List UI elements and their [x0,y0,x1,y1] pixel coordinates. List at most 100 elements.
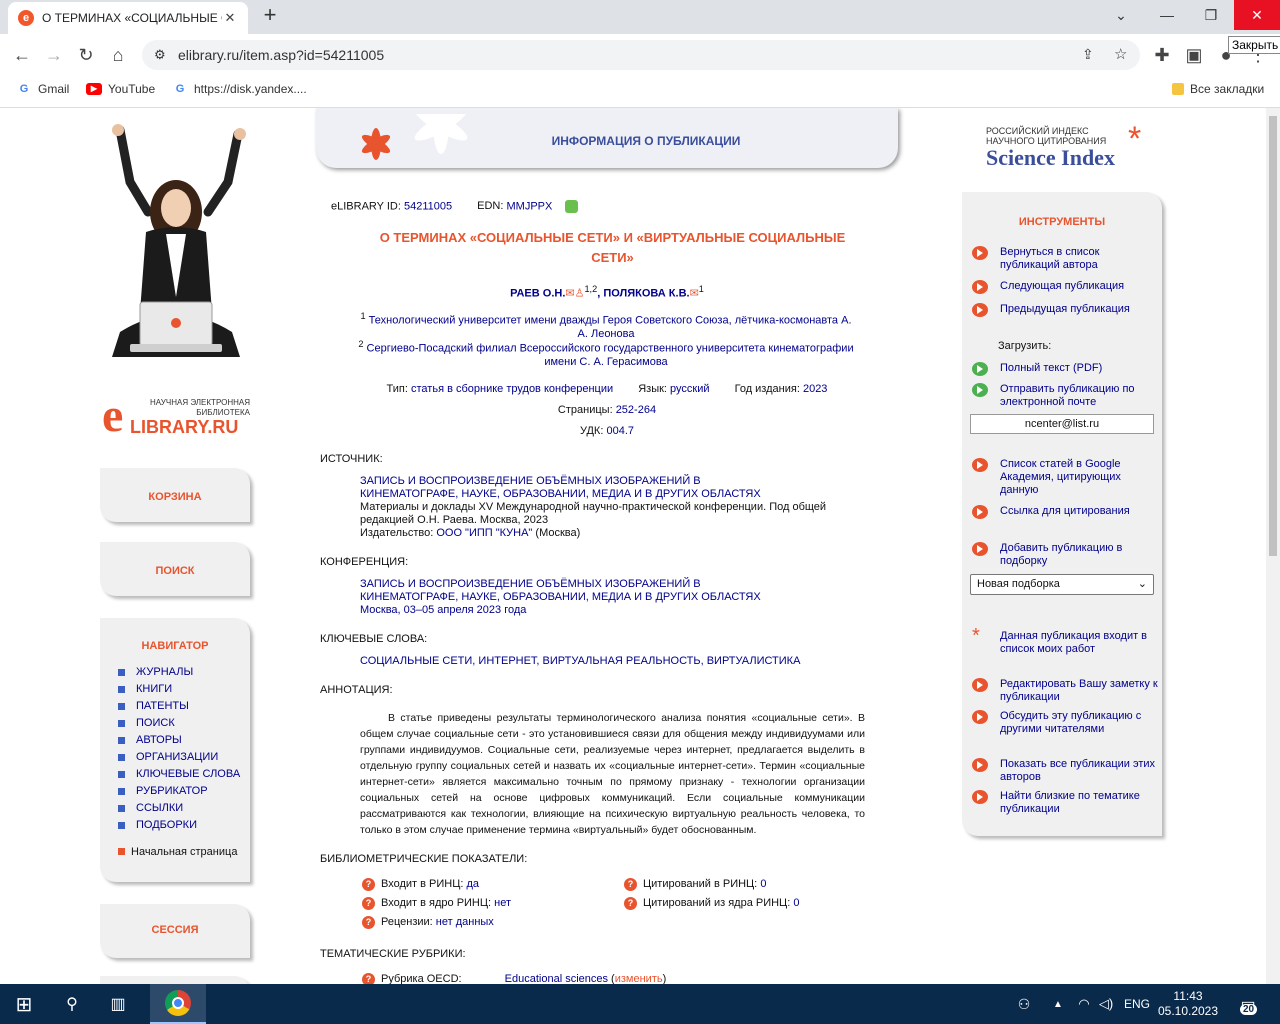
change-rubric-link[interactable]: изменить [615,973,663,984]
nav-search[interactable]: ПОИСК [118,717,175,729]
maximize-button[interactable]: ❐ [1188,0,1234,30]
tab-search-icon[interactable]: ⌄ [1098,0,1144,30]
language-indicator[interactable]: ENG [1120,984,1154,1024]
help-icon[interactable]: ? [362,973,375,984]
nav-journals[interactable]: ЖУРНАЛЫ [118,666,193,678]
all-bookmarks[interactable]: Все закладки [1172,82,1264,96]
site-info-icon[interactable]: ⚙ [154,47,166,63]
page-scrollbar[interactable] [1266,108,1280,984]
nav-organizations[interactable]: ОРГАНИЗАЦИИ [118,751,218,763]
bookmark-youtube[interactable]: ▶ YouTube [86,82,155,96]
bookmark-gmail[interactable]: G Gmail [16,82,70,96]
affiliation-1[interactable]: 1 Технологический университет имени дваж… [356,310,856,341]
people-icon[interactable]: ⚇ [1012,984,1036,1024]
discuss-publication[interactable]: Обсудить эту публикацию с другими читате… [972,710,1162,736]
cart-button[interactable]: КОРЗИНА [100,468,250,522]
edit-note[interactable]: Редактировать Вашу заметку к публикации [972,678,1162,704]
all-author-publications[interactable]: Показать все публикации этих авторов [972,758,1162,784]
tab-close-icon[interactable]: ✕ [222,10,238,26]
mail-icon[interactable]: ✉ [690,288,699,300]
search-icon[interactable]: ⚲ [52,984,92,1024]
home-button[interactable]: ⌂ [106,44,130,68]
new-tab-button[interactable]: + [258,4,282,28]
nav-keywords[interactable]: КЛЮЧЕВЫЕ СЛОВА [118,768,240,780]
next-panel [100,976,250,984]
metric-rinc: ? Входит в РИНЦ: да [362,878,479,891]
reload-button[interactable]: ↻ [74,44,98,68]
arrow-circle-icon [972,790,988,804]
google-icon: G [175,83,185,95]
notifications-icon[interactable]: ▭20 [1230,984,1266,1024]
minimize-button[interactable]: — [1144,0,1190,30]
publication-title: О ТЕРМИНАХ «СОЦИАЛЬНЫЕ СЕТИ» И «ВИРТУАЛЬ… [379,230,846,265]
elibrary-logo[interactable]: e НАУЧНАЯ ЭЛЕКТРОННАЯ БИБЛИОТЕКА LIBRARY… [102,389,252,442]
volume-icon[interactable]: ◁) [1096,984,1116,1024]
citation-link[interactable]: Ссылка для цитирования [972,505,1162,519]
previous-publication[interactable]: Предыдущая публикация [972,303,1162,317]
source-title-link[interactable]: ЗАПИСЬ И ВОСПРОИЗВЕДЕНИЕ ОБЪЁМНЫХ ИЗОБРА… [360,475,800,501]
my-works-toggle[interactable]: * Данная публикация входит в список моих … [972,626,1162,656]
girl-with-laptop-illustration [112,124,246,357]
download-pdf[interactable]: Полный текст (PDF) [972,362,1162,376]
square-bullet-icon [118,848,125,855]
author-polyakova[interactable]: ПОЛЯКОВА К.В. [603,288,689,300]
elibrary-id-value[interactable]: 54211005 [404,200,452,212]
nav-home[interactable]: Начальная страница [118,846,237,858]
nav-authors[interactable]: АВТОРЫ [118,734,182,746]
metric-core: ? Входит в ядро РИНЦ: нет [362,897,511,910]
next-publication[interactable]: Следующая публикация [972,280,1162,294]
conference-block[interactable]: ЗАПИСЬ И ВОСПРОИЗВЕДЕНИЕ ОБЪЁМНЫХ ИЗОБРА… [360,578,865,617]
google-scholar-citing[interactable]: Список статей в Google Академия, цитирую… [972,458,1162,497]
arrow-circle-icon [972,458,988,472]
keywords-links[interactable]: СОЦИАЛЬНЫЕ СЕТИ, ИНТЕРНЕТ, ВИРТУАЛЬНАЯ Р… [360,655,865,668]
help-icon[interactable]: ? [362,878,375,891]
similar-publications[interactable]: Найти близкие по тематике публикации [972,790,1162,816]
back-button[interactable]: ← [10,44,34,68]
google-icon: G [19,83,29,95]
help-icon[interactable]: ? [362,897,375,910]
wifi-icon[interactable]: ◠ [1074,984,1094,1024]
oecd-link[interactable]: Educational sciences [505,973,608,984]
publisher: Издательство: ООО "ИПП "КУНА" (Москва) [360,527,581,539]
close-window-button[interactable]: ✕ [1234,0,1280,30]
author-raev[interactable]: РАЕВ О.Н. [510,288,565,300]
scrollbar-thumb[interactable] [1269,116,1277,556]
send-by-email[interactable]: Отправить публикацию по электронной почт… [972,383,1162,409]
bookmark-star-icon[interactable]: ☆ [1114,45,1127,63]
nav-rubricator[interactable]: РУБРИКАТОР [118,785,208,797]
nav-collections[interactable]: ПОДБОРКИ [118,819,197,831]
publisher-link[interactable]: ООО "ИПП "КУНА" [436,527,532,539]
bookmark-disk[interactable]: Ghttps://disk.yandex.... [172,82,307,96]
search-button[interactable]: ПОИСК [100,542,250,596]
asterisk-decoration-icon [361,114,468,160]
add-to-collection[interactable]: Добавить публикацию в подборку [972,542,1162,568]
arrow-circle-icon [972,505,988,519]
browser-tab[interactable]: e О ТЕРМИНАХ «СОЦИАЛЬНЫЕ С ✕ [8,2,248,34]
chrome-taskbar-button[interactable] [150,984,206,1024]
affiliation-2[interactable]: 2 Сергиево-Посадский филиал Всероссийско… [350,338,862,369]
side-panel-icon[interactable]: ▣ [1182,44,1206,68]
share-icon[interactable]: ⇪ [1082,46,1094,63]
extensions-icon[interactable]: ✚ [1150,44,1174,68]
nav-links[interactable]: ССЫЛКИ [118,802,183,814]
back-to-author-list[interactable]: Вернуться в список публикаций автора [972,246,1162,272]
mail-icon[interactable]: ✉ [565,288,574,300]
qr-code-icon[interactable] [565,200,579,213]
nav-patents[interactable]: ПАТЕНТЫ [118,700,189,712]
science-index-logo[interactable]: РОССИЙСКИЙ ИНДЕКС НАУЧНОГО ЦИТИРОВАНИЯ S… [986,122,1156,176]
help-icon[interactable]: ? [624,878,637,891]
task-view-icon[interactable]: ▥ [98,984,138,1024]
collection-select[interactable]: Новая подборка ⌄ [970,574,1154,595]
windows-start-icon[interactable]: ⊞ [0,984,48,1024]
nav-books[interactable]: КНИГИ [118,683,172,695]
help-icon[interactable]: ? [624,897,637,910]
session-button[interactable]: СЕССИЯ [100,904,250,958]
forward-button[interactable]: → [42,44,66,68]
tray-chevron-icon[interactable]: ▲ [1048,984,1068,1024]
url-field[interactable]: ⚙ elibrary.ru/item.asp?id=54211005 ⇪ ☆ [142,40,1140,70]
clock[interactable]: 11:43 05.10.2023 [1156,984,1220,1024]
email-input[interactable]: ncenter@list.ru [970,414,1154,434]
edn-value[interactable]: MMJPPX [507,200,553,212]
header-banner: ИНФОРМАЦИЯ О ПУБЛИКАЦИИ [316,108,898,168]
help-icon[interactable]: ? [362,916,375,929]
